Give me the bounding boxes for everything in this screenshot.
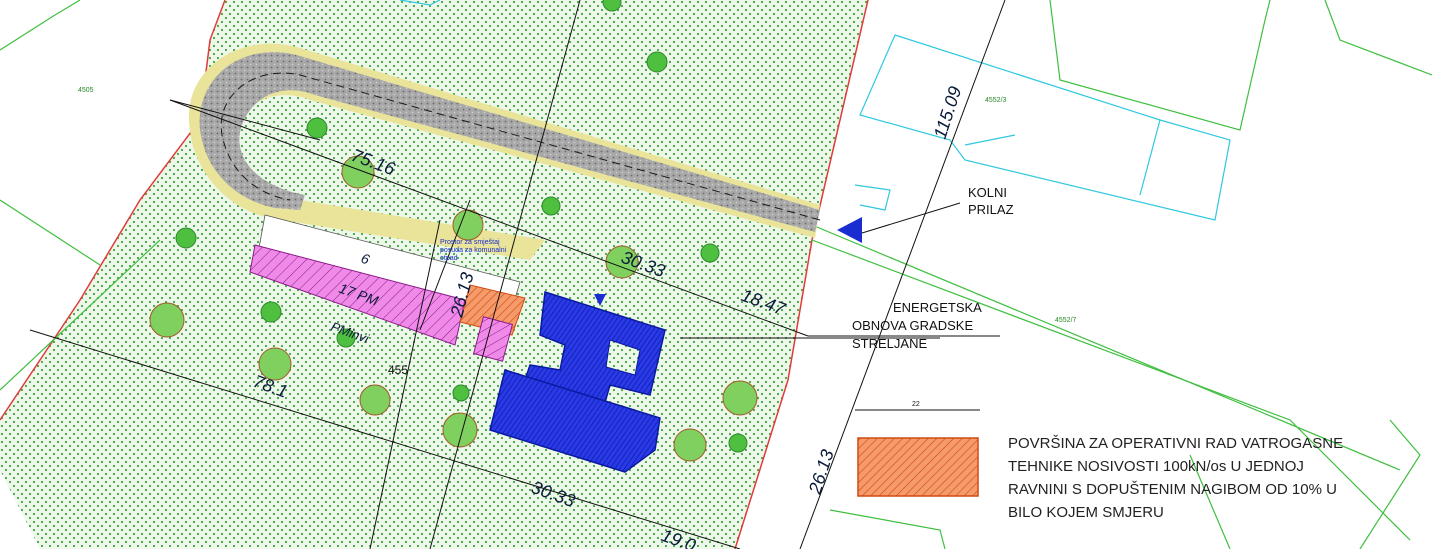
note-container-3: otpad [440, 255, 458, 262]
parcel-4505: 4505 [78, 87, 94, 94]
legend-line-1: POVRŠINA ZA OPERATIVNI RAD VATROGASNE [1008, 435, 1343, 452]
legend-line-3: RAVNINI S DOPUŠTENIM NAGIBOM OD 10% U [1008, 481, 1337, 498]
label-kolni: KOLNI [968, 185, 1007, 200]
access-arrow [837, 202, 961, 243]
legend-line-4: BILO KOJEM SMJERU [1008, 504, 1164, 521]
label-project-1: ENERGETSKA [893, 300, 982, 315]
dim-115-09: 115.09 [930, 84, 966, 141]
note-container-1: Prostor za smještaj [440, 239, 500, 246]
label-project-3: STRELJANE [852, 336, 927, 351]
label-parcel-455: 455 [388, 363, 408, 377]
label-prilaz: PRILAZ [968, 202, 1014, 217]
legend-line-2: TEHNIKE NOSIVOSTI 100kN/os U JEDNOJ [1008, 458, 1304, 475]
parcel-4552-7: 4552/7 [1055, 317, 1077, 324]
dim-22: 22 [912, 401, 920, 408]
label-project-2: OBNOVA GRADSKE [852, 318, 973, 333]
parcel-4552-3: 4552/3 [985, 97, 1007, 104]
note-container-2: posuda za komunalni [440, 247, 507, 254]
site-plan: 75.16 30.33 18.47 26.13 78.1 30.33 19.0 … [0, 0, 1432, 549]
legend-swatch [857, 437, 979, 497]
dim-26-13-right: 26.13 [804, 447, 837, 497]
